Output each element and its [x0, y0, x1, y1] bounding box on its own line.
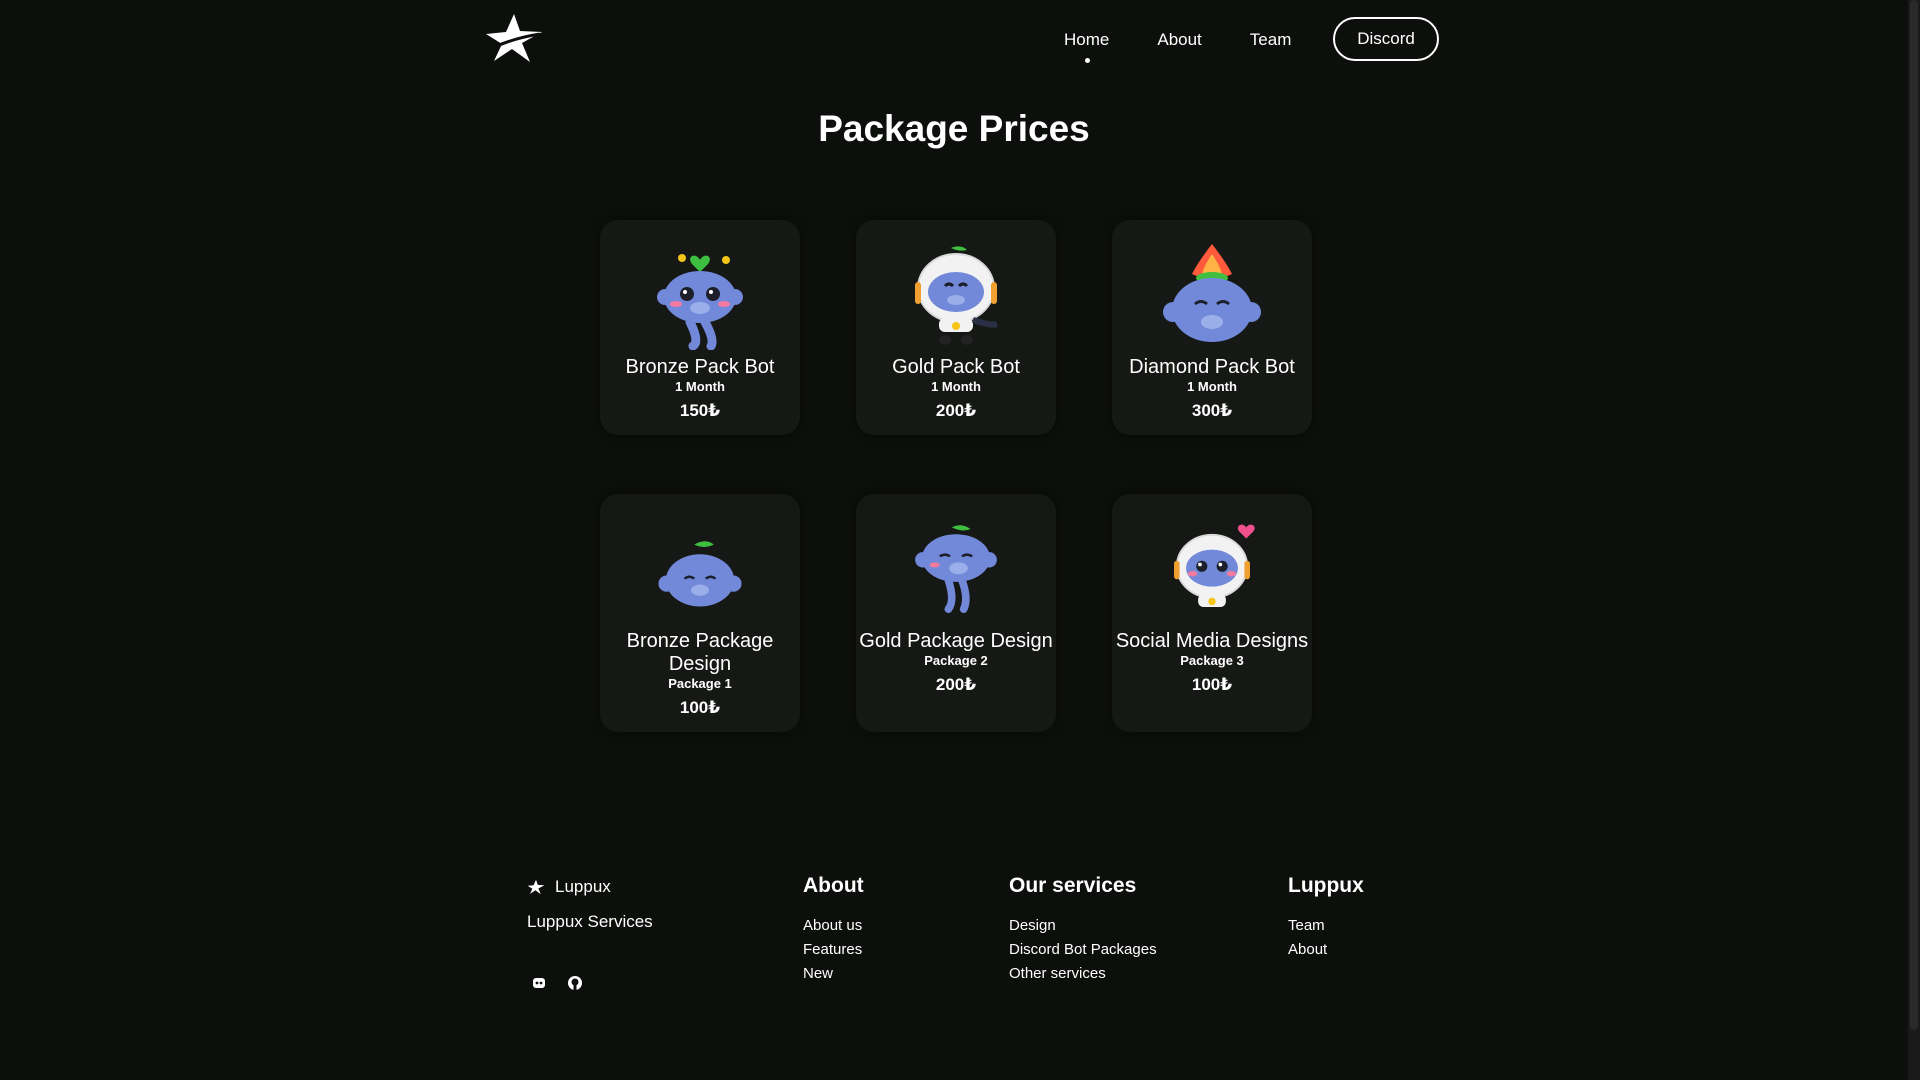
- card-price: 100₺: [679, 698, 721, 717]
- nav-link-home[interactable]: Home: [1064, 30, 1109, 63]
- footer-link-new[interactable]: New: [803, 962, 864, 986]
- package-card[interactable]: Bronze Pack Bot 1 Month 150₺: [600, 220, 800, 435]
- card-duration: 1 Month: [931, 379, 981, 394]
- footer-link-team[interactable]: Team: [1288, 914, 1364, 938]
- github-icon[interactable]: [567, 975, 583, 991]
- discord-button[interactable]: Discord: [1333, 17, 1439, 61]
- discord-icon[interactable]: [531, 975, 547, 991]
- clyde-mascot-heart-icon: [657, 254, 743, 350]
- card-price: 200₺: [935, 675, 977, 694]
- footer-column-services: Our services Design Discord Bot Packages…: [1009, 874, 1157, 986]
- package-card[interactable]: Social Media Designs Package 3 100₺: [1112, 494, 1312, 732]
- card-duration: 1 Month: [675, 379, 725, 394]
- page-scrollbar[interactable]: [1908, 0, 1920, 1080]
- card-duration: 1 Month: [1187, 379, 1237, 394]
- card-title: Bronze Package Design: [626, 630, 774, 675]
- star-logo-icon: [527, 879, 545, 895]
- card-price: 150₺: [679, 401, 721, 420]
- clyde-mascot-astronaut-icon: [915, 246, 998, 345]
- clyde-mascot-leaf-icon: [658, 541, 742, 607]
- footer-link-features[interactable]: Features: [803, 938, 864, 962]
- navbar: Home About Team Discord: [0, 0, 1908, 80]
- card-title: Social Media Designs: [1115, 630, 1309, 652]
- clyde-mascot-astronaut-heart-icon: [1174, 524, 1255, 608]
- card-title: Gold Package Design: [859, 630, 1053, 652]
- clyde-mascot-wink-icon: [915, 525, 997, 614]
- footer-brand: Luppux: [527, 877, 611, 897]
- star-logo-icon[interactable]: [484, 12, 544, 64]
- card-title: Gold Pack Bot: [892, 356, 1020, 378]
- clyde-mascot-fire-icon: [1163, 244, 1261, 342]
- scrollbar-thumb[interactable]: [1910, 0, 1918, 1030]
- footer-link-design[interactable]: Design: [1009, 914, 1157, 938]
- package-card[interactable]: Gold Pack Bot 1 Month 200₺: [856, 220, 1056, 435]
- card-package-number: Package 1: [668, 676, 732, 691]
- nav-link-about[interactable]: About: [1157, 30, 1201, 50]
- card-package-number: Package 3: [1180, 653, 1244, 668]
- footer-link-about[interactable]: About: [1288, 938, 1364, 962]
- footer-column-luppux: Luppux Team About: [1288, 874, 1364, 962]
- footer-column-about: About About us Features New: [803, 874, 864, 986]
- footer-column-title: Our services: [1009, 874, 1137, 897]
- footer-column-title: Luppux: [1288, 874, 1364, 897]
- card-price: 100₺: [1191, 675, 1233, 694]
- footer-column-title: About: [803, 874, 864, 897]
- package-card[interactable]: Bronze Package Design Package 1 100₺: [600, 494, 800, 732]
- nav-link-team[interactable]: Team: [1250, 30, 1292, 50]
- footer-brand-name: Luppux: [555, 877, 611, 896]
- card-title: Bronze Pack Bot: [625, 356, 775, 378]
- footer-subtitle: Luppux Services: [527, 912, 653, 931]
- card-package-number: Package 2: [924, 653, 988, 668]
- footer-link-bot-packages[interactable]: Discord Bot Packages: [1009, 938, 1157, 962]
- card-price: 200₺: [935, 401, 977, 420]
- package-card[interactable]: Diamond Pack Bot 1 Month 300₺: [1112, 220, 1312, 435]
- footer-link-about-us[interactable]: About us: [803, 914, 864, 938]
- footer-link-other-services[interactable]: Other services: [1009, 962, 1157, 986]
- page-title: Package Prices: [818, 108, 1090, 149]
- card-title: Diamond Pack Bot: [1129, 356, 1295, 378]
- package-card[interactable]: Gold Package Design Package 2 200₺: [856, 494, 1056, 732]
- card-price: 300₺: [1191, 401, 1233, 420]
